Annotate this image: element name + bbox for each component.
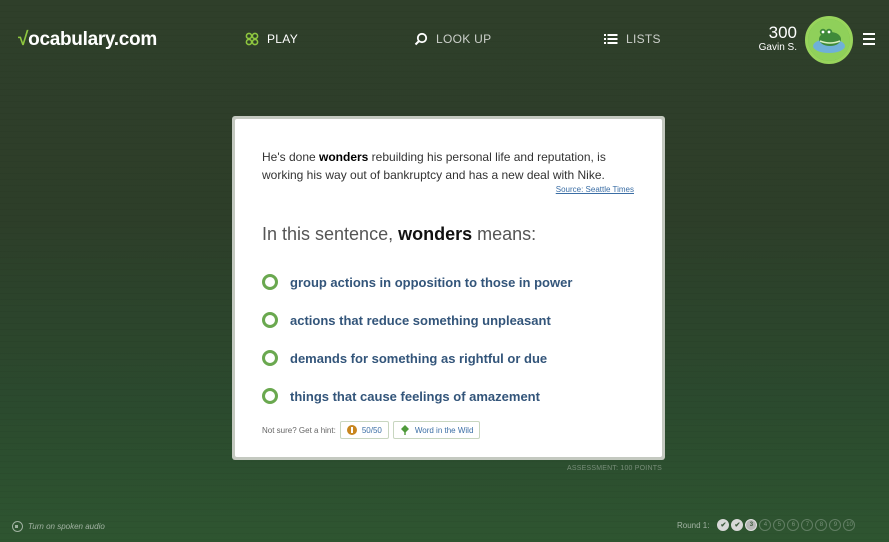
- top-nav-bar: √ocabulary.com PLAY LOOK UP LISTS 300 Ga…: [0, 0, 889, 84]
- logo-text: ocabulary.com: [28, 29, 157, 50]
- nav-lookup[interactable]: LOOK UP: [414, 32, 491, 46]
- nav-play[interactable]: PLAY: [245, 32, 298, 46]
- round-dot-7: 7: [801, 519, 814, 531]
- round-dot-6: 6: [787, 519, 800, 531]
- radio-icon[interactable]: [262, 388, 278, 404]
- spoken-audio-toggle[interactable]: Turn on spoken audio: [12, 521, 105, 532]
- nav-lists-label: LISTS: [626, 32, 661, 46]
- question-post: means:: [472, 224, 537, 244]
- hint-row: Not sure? Get a hint: 50/50 Word in the …: [262, 421, 634, 439]
- search-icon: [414, 32, 428, 46]
- vocabulary-logo[interactable]: √ocabulary.com: [18, 29, 157, 51]
- answer-choice-2[interactable]: actions that reduce something unpleasant: [262, 301, 634, 339]
- sentence-target-word: wonders: [319, 150, 369, 164]
- hint-label: Not sure? Get a hint:: [262, 425, 336, 435]
- assessment-points: ASSESSMENT: 100 POINTS: [567, 465, 663, 472]
- menu-icon[interactable]: [863, 33, 875, 45]
- hint-5050-button[interactable]: 50/50: [339, 421, 389, 439]
- sentence-pre: He's done: [262, 150, 319, 164]
- round-progress: Round 1: ✔ ✔ 3 4 5 6 7 8 9 10: [677, 519, 856, 531]
- round-dot-8: 8: [815, 519, 828, 531]
- question-pre: In this sentence,: [262, 224, 399, 244]
- example-sentence: He's done wonders rebuilding his persona…: [262, 148, 642, 184]
- question-card-body: He's done wonders rebuilding his persona…: [235, 119, 662, 457]
- hint-wild-label: Word in the Wild: [414, 425, 474, 435]
- list-icon: [604, 32, 618, 46]
- question-card: He's done wonders rebuilding his persona…: [232, 116, 665, 460]
- round-dot-4: 4: [759, 519, 772, 531]
- hint-wild-button[interactable]: Word in the Wild: [392, 421, 481, 439]
- answer-choices: group actions in opposition to those in …: [262, 263, 634, 415]
- round-dot-2: ✔: [731, 519, 744, 531]
- answer-choice-label[interactable]: group actions in opposition to those in …: [290, 275, 572, 290]
- nav-lists[interactable]: LISTS: [604, 32, 661, 46]
- radio-icon[interactable]: [262, 350, 278, 366]
- user-name: Gavin S.: [758, 42, 797, 53]
- question-target-word: wonders: [398, 224, 473, 244]
- round-dot-10: 10: [843, 519, 856, 531]
- round-dot-9: 9: [829, 519, 842, 531]
- nav-play-label: PLAY: [267, 32, 298, 46]
- round-label: Round 1:: [677, 520, 710, 530]
- hint-5050-label: 50/50: [361, 425, 382, 435]
- leaf-icon: [400, 425, 410, 435]
- answer-choice-label[interactable]: things that cause feelings of amazement: [290, 389, 540, 404]
- round-dot-3: 3: [745, 519, 758, 531]
- answer-choice-1[interactable]: group actions in opposition to those in …: [262, 263, 634, 301]
- radio-icon[interactable]: [262, 274, 278, 290]
- answer-choice-3[interactable]: demands for something as rightful or due: [262, 339, 634, 377]
- nav-lookup-label: LOOK UP: [436, 32, 492, 46]
- frog-avatar-icon: [808, 19, 850, 61]
- speaker-icon: [12, 521, 23, 532]
- source-link[interactable]: Source: Seattle Times: [556, 185, 634, 194]
- logo-check: √: [18, 29, 29, 50]
- round-dot-1: ✔: [717, 519, 730, 531]
- play-icon: [245, 32, 259, 46]
- user-score: 300: [768, 23, 797, 42]
- question-prompt: In this sentence, wonders means:: [262, 224, 634, 245]
- coin-icon: [346, 425, 357, 435]
- avatar[interactable]: [805, 16, 853, 64]
- user-score-block[interactable]: 300 Gavin S.: [759, 24, 797, 53]
- answer-choice-4[interactable]: things that cause feelings of amazement: [262, 377, 634, 415]
- round-dot-5: 5: [773, 519, 786, 531]
- answer-choice-label[interactable]: demands for something as rightful or due: [290, 351, 547, 366]
- spoken-audio-label: Turn on spoken audio: [28, 522, 105, 531]
- answer-choice-label[interactable]: actions that reduce something unpleasant: [290, 313, 551, 328]
- radio-icon[interactable]: [262, 312, 278, 328]
